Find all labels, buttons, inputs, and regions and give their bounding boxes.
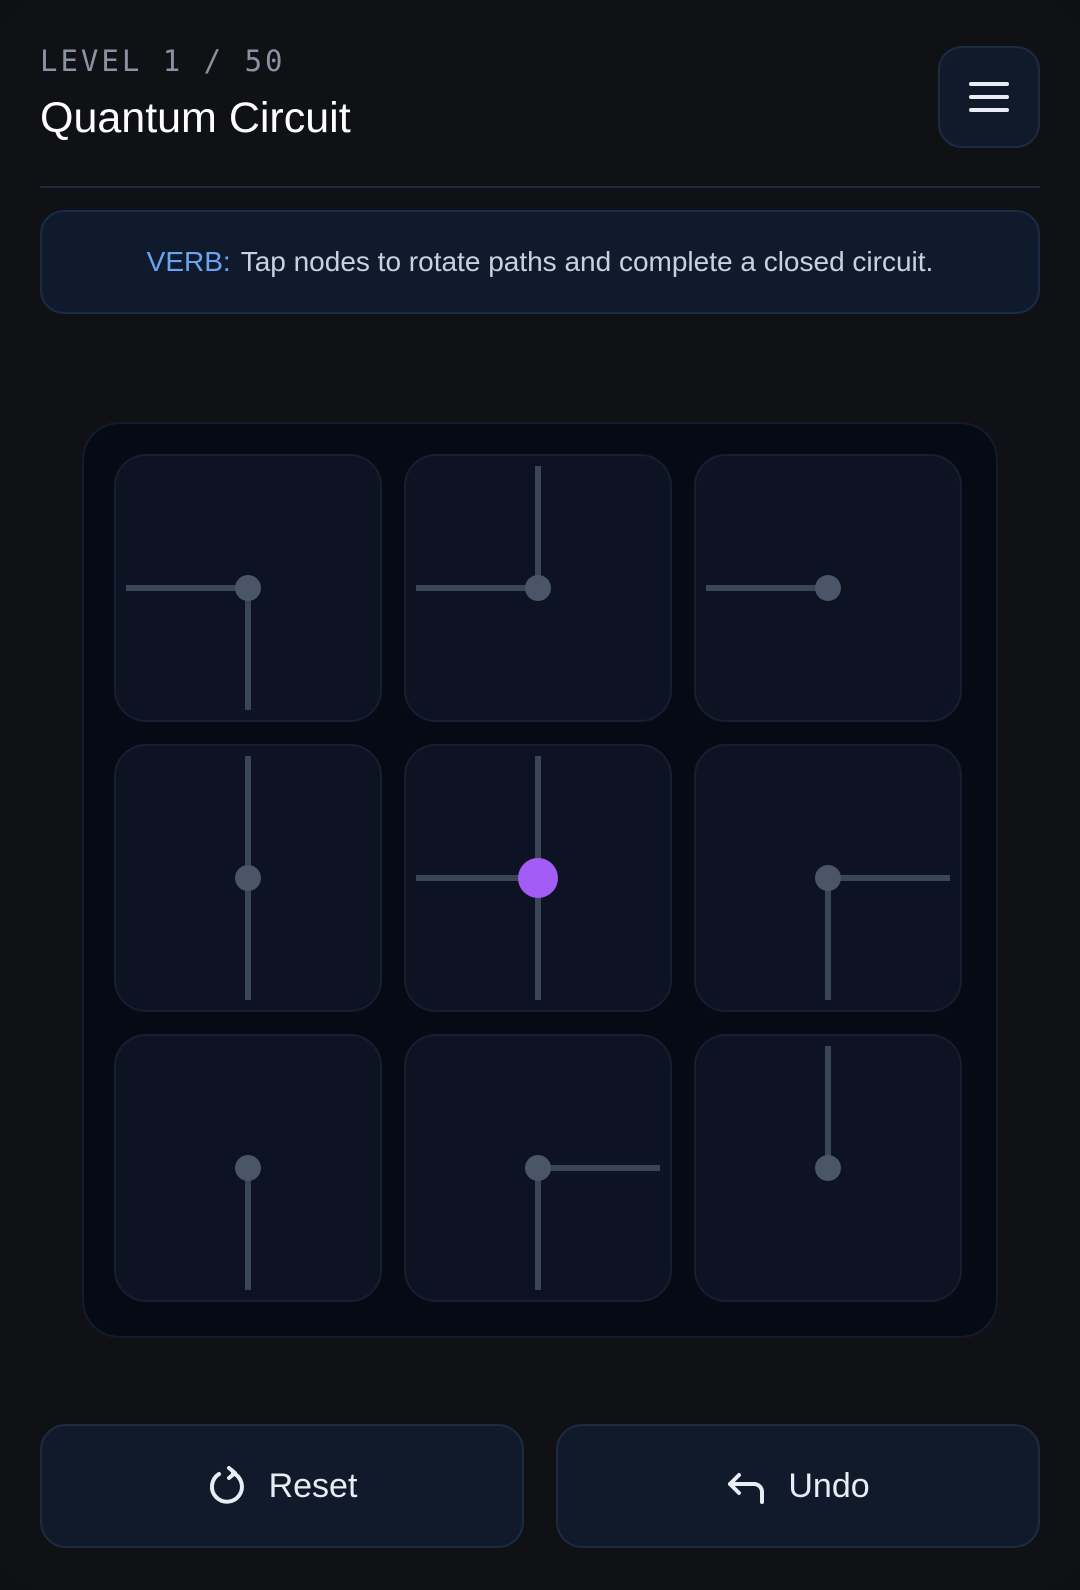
reset-rotate-icon (207, 1466, 247, 1506)
circuit-tile-r2-c2[interactable] (404, 744, 672, 1012)
circuit-tile-r1-c1[interactable] (114, 454, 382, 722)
node[interactable] (525, 1155, 551, 1181)
circuit-path-graphic (126, 575, 261, 710)
instruction-banner: VERB: Tap nodes to rotate paths and comp… (40, 210, 1040, 314)
undo-arrow-icon (726, 1466, 766, 1506)
circuit-tile-r2-c1[interactable] (114, 744, 382, 1012)
circuit-path-graphic (815, 1046, 841, 1181)
circuit-tile-r3-c1[interactable] (114, 1034, 382, 1302)
circuit-path-graphic (416, 756, 558, 1000)
circuit-tile-r1-c2[interactable] (404, 454, 672, 722)
instruction-verb: VERB: (146, 246, 231, 277)
menu-button[interactable] (938, 46, 1040, 148)
circuit-board (82, 422, 998, 1338)
node[interactable] (235, 865, 261, 891)
node[interactable] (815, 865, 841, 891)
page-title: Quantum Circuit (40, 94, 351, 142)
circuit-tile-r3-c2[interactable] (404, 1034, 672, 1302)
circuit-path-graphic (706, 575, 841, 601)
node[interactable] (525, 575, 551, 601)
instruction-text: Tap nodes to rotate paths and complete a… (240, 246, 934, 277)
reset-button[interactable]: Reset (40, 1424, 524, 1548)
circuit-tile-r1-c3[interactable] (694, 454, 962, 722)
level-indicator: LEVEL 1 / 50 (40, 44, 286, 78)
circuit-tile-r3-c3[interactable] (694, 1034, 962, 1302)
node[interactable] (815, 575, 841, 601)
active-node[interactable] (518, 858, 558, 898)
circuit-path-graphic (525, 1155, 660, 1290)
circuit-path-graphic (235, 1155, 261, 1290)
node[interactable] (815, 1155, 841, 1181)
game-screen: LEVEL 1 / 50 Quantum Circuit VERB: Tap n… (0, 0, 1080, 1590)
hamburger-menu-icon (969, 82, 1009, 112)
reset-label: Reset (268, 1466, 358, 1505)
undo-label: Undo (788, 1466, 870, 1505)
circuit-path-graphic (235, 756, 261, 1000)
header: LEVEL 1 / 50 Quantum Circuit (40, 40, 1040, 152)
node[interactable] (235, 575, 261, 601)
circuit-path-graphic (815, 865, 950, 1000)
undo-button[interactable]: Undo (556, 1424, 1040, 1548)
node[interactable] (235, 1155, 261, 1181)
circuit-path-graphic (416, 466, 551, 601)
circuit-tile-r2-c3[interactable] (694, 744, 962, 1012)
header-divider (40, 186, 1040, 188)
